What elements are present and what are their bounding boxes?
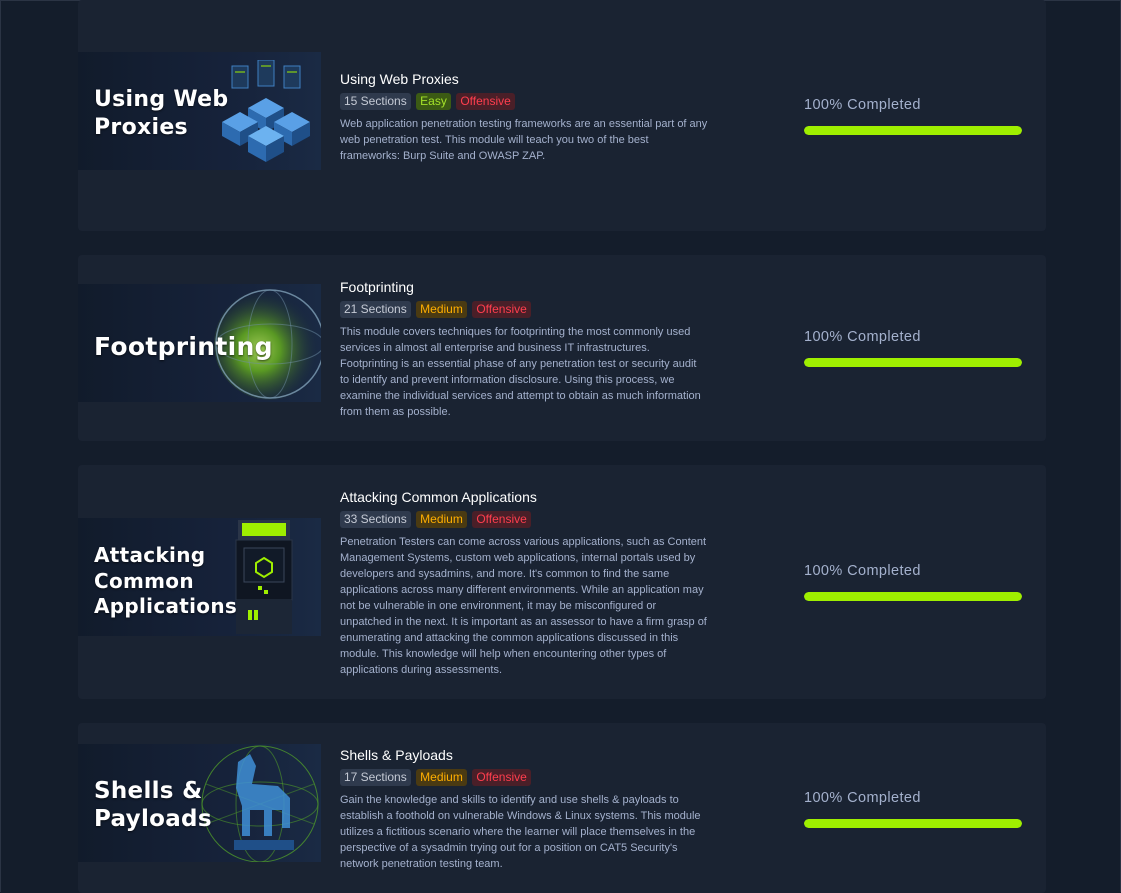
module-info: Shells & Payloads 17 Sections Medium Off… bbox=[340, 746, 708, 872]
module-title[interactable]: Shells & Payloads bbox=[340, 746, 708, 764]
progress-label: 100% Completed bbox=[804, 97, 921, 113]
category-badge: Offensive bbox=[472, 511, 531, 528]
module-title[interactable]: Footprinting bbox=[340, 278, 708, 296]
sections-badge: 15 Sections bbox=[340, 93, 411, 110]
sections-badge: 21 Sections bbox=[340, 301, 411, 318]
progress-bar bbox=[804, 819, 1022, 828]
difficulty-badge: Medium bbox=[416, 301, 467, 318]
arcade-cabinet-icon bbox=[235, 520, 293, 634]
module-tags: 17 Sections Medium Offensive bbox=[340, 768, 708, 786]
difficulty-badge: Medium bbox=[416, 769, 467, 786]
difficulty-badge: Easy bbox=[416, 93, 451, 110]
progress-bar-fill bbox=[804, 819, 1022, 828]
module-tags: 33 Sections Medium Offensive bbox=[340, 510, 708, 528]
thumbnail-title: Shells & Payloads bbox=[94, 778, 212, 832]
category-badge: Offensive bbox=[456, 93, 515, 110]
module-thumbnail[interactable]: Footprinting bbox=[78, 284, 321, 402]
module-title[interactable]: Attacking Common Applications bbox=[340, 488, 708, 506]
progress-label: 100% Completed bbox=[804, 329, 921, 345]
module-card-footprinting[interactable]: Footprinting Footprinting 21 Sections Me… bbox=[78, 255, 1046, 441]
module-description: Gain the knowledge and skills to identif… bbox=[340, 794, 701, 870]
sections-badge: 17 Sections bbox=[340, 769, 411, 786]
thumbnail-title: Attacking Common Applications bbox=[94, 543, 238, 618]
module-info: Using Web Proxies 15 Sections Easy Offen… bbox=[340, 70, 708, 164]
module-info: Footprinting 21 Sections Medium Offensiv… bbox=[340, 278, 708, 420]
module-title[interactable]: Using Web Proxies bbox=[340, 70, 708, 88]
thumbnail-title: Footprinting bbox=[94, 332, 273, 361]
module-description: Web application penetration testing fram… bbox=[340, 118, 708, 162]
sections-badge: 33 Sections bbox=[340, 511, 411, 528]
progress-label: 100% Completed bbox=[804, 790, 921, 806]
progress-section: 100% Completed bbox=[804, 96, 1022, 135]
category-badge: Offensive bbox=[472, 769, 531, 786]
module-tags: 15 Sections Easy Offensive bbox=[340, 92, 708, 110]
progress-bar bbox=[804, 592, 1022, 601]
module-tags: 21 Sections Medium Offensive bbox=[340, 300, 708, 318]
progress-section: 100% Completed bbox=[804, 789, 1022, 828]
server-stack-icon bbox=[222, 60, 310, 162]
module-description: This module covers techniques for footpr… bbox=[340, 326, 701, 418]
module-thumbnail[interactable]: Using Web Proxies bbox=[78, 52, 321, 170]
progress-bar-fill bbox=[804, 126, 1022, 135]
progress-label: 100% Completed bbox=[804, 563, 921, 579]
module-card-web-proxies[interactable]: Using Web Proxies Using Web Proxies 15 S… bbox=[78, 0, 1046, 231]
progress-section: 100% Completed bbox=[804, 328, 1022, 367]
progress-bar bbox=[804, 358, 1022, 367]
module-info: Attacking Common Applications 33 Section… bbox=[340, 488, 708, 678]
progress-section: 100% Completed bbox=[804, 562, 1022, 601]
module-card-shells-payloads[interactable]: Shells & Payloads Shells & Payloads 17 S… bbox=[78, 723, 1046, 893]
module-description: Penetration Testers can come across vari… bbox=[340, 536, 707, 676]
progress-bar-fill bbox=[804, 358, 1022, 367]
thumbnail-title: Using Web Proxies bbox=[94, 87, 229, 140]
module-thumbnail[interactable]: Shells & Payloads bbox=[78, 744, 321, 862]
module-card-attacking-common-applications[interactable]: Attacking Common Applications Attacking … bbox=[78, 465, 1046, 699]
module-thumbnail[interactable]: Attacking Common Applications bbox=[78, 518, 321, 636]
progress-bar bbox=[804, 126, 1022, 135]
difficulty-badge: Medium bbox=[416, 511, 467, 528]
category-badge: Offensive bbox=[472, 301, 531, 318]
progress-bar-fill bbox=[804, 592, 1022, 601]
